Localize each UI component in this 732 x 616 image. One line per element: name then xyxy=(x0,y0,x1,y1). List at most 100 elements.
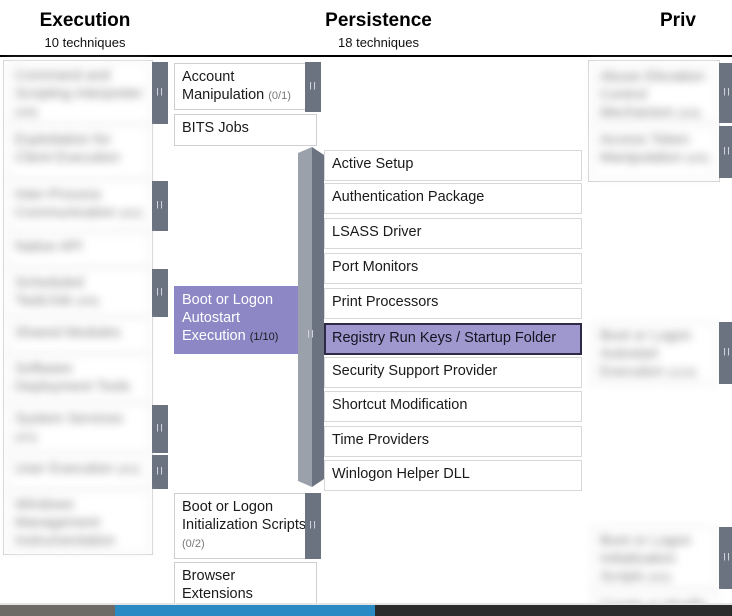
technique-label: User Execution xyxy=(15,461,113,477)
technique-expand-handle[interactable]: II xyxy=(152,455,168,489)
column-header-privilege-escalation: Priv xyxy=(660,0,732,32)
technique-expand-handle[interactable]: II xyxy=(719,126,732,178)
grip-icon: II xyxy=(719,147,732,158)
column-title-persistence: Persistence xyxy=(296,0,461,32)
column-subtitle-persistence: 18 techniques xyxy=(296,32,461,51)
technique-expand-handle[interactable]: II xyxy=(152,405,168,453)
subtechnique-cell-active-setup[interactable]: Active Setup xyxy=(324,150,582,181)
technique-cell[interactable]: Exploitation for Client Execution xyxy=(7,126,150,179)
header-divider xyxy=(0,55,732,57)
technique-cell[interactable]: Abuse Elevation Control Mechanism (0/4) xyxy=(592,63,717,123)
grip-icon: II xyxy=(304,330,318,341)
subtechnique-label: Security Support Provider xyxy=(332,363,497,379)
grip-icon: II xyxy=(305,521,321,532)
subtechnique-cell-port-monitors[interactable]: Port Monitors xyxy=(324,253,582,284)
technique-label: Windows Management Instrumentation xyxy=(15,497,115,549)
technique-expand-handle-account-manipulation[interactable]: II xyxy=(305,62,321,112)
column-title-execution: Execution xyxy=(0,0,170,32)
subtechnique-cell-winlogon-helper-dll[interactable]: Winlogon Helper DLL xyxy=(324,460,582,491)
technique-label: Software Deployment Tools xyxy=(15,361,130,395)
technique-count: (0/5) xyxy=(76,296,99,308)
technique-count: (0/2) xyxy=(182,538,205,550)
grip-icon: II xyxy=(719,553,732,564)
technique-count: (0/4) xyxy=(678,108,701,120)
technique-count: (0/2) xyxy=(15,432,38,444)
technique-cell[interactable]: Scheduled Task/Job (0/5) xyxy=(7,269,150,317)
technique-count: (1/10) xyxy=(250,331,279,343)
subtechnique-label: Port Monitors xyxy=(332,259,418,275)
horizontal-scrollbar-thumb[interactable] xyxy=(115,605,375,616)
subtechnique-cell-shortcut-modification[interactable]: Shortcut Modification xyxy=(324,391,582,422)
technique-label: Browser Extensions xyxy=(182,568,253,602)
technique-cell[interactable]: Command and Scripting Interpreter (0/8) xyxy=(7,62,150,124)
technique-count: (0/2) xyxy=(120,208,143,220)
technique-expand-handle[interactable]: II xyxy=(719,322,732,384)
technique-count: (0/1) xyxy=(268,90,291,102)
technique-label: Native API xyxy=(15,239,83,255)
technique-cell-boot-or-logon-autostart-execution[interactable]: Boot or Logon Autostart Execution (1/10) xyxy=(174,286,306,354)
horizontal-scrollbar-track[interactable] xyxy=(0,605,732,616)
subtechnique-label: Authentication Package xyxy=(332,189,484,205)
technique-label: Scheduled Task/Job xyxy=(15,275,84,309)
subtechnique-label: LSASS Driver xyxy=(332,224,421,240)
technique-cell[interactable]: Boot or Logon Autostart Execution (1/10) xyxy=(592,322,717,384)
technique-cell[interactable]: Windows Management Instrumentation xyxy=(7,491,150,553)
technique-cell-account-manipulation[interactable]: Account Manipulation (0/1) xyxy=(174,63,317,110)
technique-cell[interactable]: Native API xyxy=(7,233,150,267)
column-header-execution: Execution 10 techniques xyxy=(0,0,170,51)
subtechnique-cell-registry-run-keys-startup-folder[interactable]: Registry Run Keys / Startup Folder xyxy=(324,323,582,355)
technique-cell[interactable]: System Services (0/2) xyxy=(7,405,150,453)
technique-expand-handle[interactable]: II xyxy=(719,527,732,589)
technique-expand-handle-boot-or-logon-initialization-scripts[interactable]: II xyxy=(305,493,321,559)
subtechnique-drag-grip[interactable]: II xyxy=(304,320,318,350)
grip-icon: II xyxy=(152,201,168,212)
column-header-persistence: Persistence 18 techniques xyxy=(296,0,461,51)
technique-cell[interactable]: Access Token Manipulation (0/5) xyxy=(592,126,717,178)
grip-icon: II xyxy=(152,467,168,478)
technique-expand-handle[interactable]: II xyxy=(152,269,168,317)
technique-label: Exploitation for Client Execution xyxy=(15,132,120,166)
grip-icon: II xyxy=(719,88,732,99)
technique-cell[interactable]: Inter-Process Communication (0/2) xyxy=(7,181,150,231)
technique-count: (0/5) xyxy=(686,153,709,165)
technique-expand-handle[interactable]: II xyxy=(152,62,168,124)
column-subtitle-execution: 10 techniques xyxy=(0,32,170,51)
subtechnique-cell-print-processors[interactable]: Print Processors xyxy=(324,288,582,319)
grip-icon: II xyxy=(152,88,168,99)
attack-matrix-view: Execution 10 techniques Persistence 18 t… xyxy=(0,0,732,616)
technique-cell[interactable]: Software Deployment Tools xyxy=(7,355,150,403)
subtechnique-cell-time-providers[interactable]: Time Providers xyxy=(324,426,582,457)
technique-count: (1/10) xyxy=(668,367,697,379)
subtechnique-label: Time Providers xyxy=(332,432,429,448)
subtechnique-label: Winlogon Helper DLL xyxy=(332,466,470,482)
technique-cell-bits-jobs[interactable]: BITS Jobs xyxy=(174,114,317,146)
subtechnique-cell-authentication-package[interactable]: Authentication Package xyxy=(324,183,582,214)
technique-label: System Services xyxy=(15,411,123,427)
technique-expand-handle[interactable]: II xyxy=(719,63,732,123)
subtechnique-cell-security-support-provider[interactable]: Security Support Provider xyxy=(324,357,582,388)
subtechnique-label: Shortcut Modification xyxy=(332,397,467,413)
matrix-header-row: Execution 10 techniques Persistence 18 t… xyxy=(0,0,732,56)
technique-label: Boot or Logon Initialization Scripts xyxy=(600,533,691,585)
column-title-privilege-escalation: Priv xyxy=(660,0,732,32)
technique-cell-boot-or-logon-initialization-scripts[interactable]: Boot or Logon Initialization Scripts (0/… xyxy=(174,493,317,559)
technique-label: Account Manipulation xyxy=(182,69,264,103)
grip-icon: II xyxy=(152,424,168,435)
technique-count: (0/2) xyxy=(648,572,671,584)
horizontal-scrollbar-left-region[interactable] xyxy=(0,605,115,616)
grip-icon: II xyxy=(719,348,732,359)
technique-label: BITS Jobs xyxy=(182,120,249,136)
technique-count: (0/2) xyxy=(117,464,140,476)
technique-expand-handle[interactable]: II xyxy=(152,181,168,231)
technique-label: Shared Modules xyxy=(15,325,121,341)
grip-icon: II xyxy=(152,288,168,299)
subtechnique-label: Print Processors xyxy=(332,294,438,310)
technique-label: Inter-Process Communication xyxy=(15,187,116,221)
technique-label: Command and Scripting Interpreter xyxy=(15,68,142,102)
technique-cell[interactable]: User Execution (0/2) xyxy=(7,455,150,489)
technique-cell[interactable]: Boot or Logon Initialization Scripts (0/… xyxy=(592,527,717,589)
grip-icon: II xyxy=(305,82,321,93)
subtechnique-label: Registry Run Keys / Startup Folder xyxy=(332,330,556,346)
technique-cell[interactable]: Shared Modules xyxy=(7,319,150,353)
subtechnique-cell-lsass-driver[interactable]: LSASS Driver xyxy=(324,218,582,249)
